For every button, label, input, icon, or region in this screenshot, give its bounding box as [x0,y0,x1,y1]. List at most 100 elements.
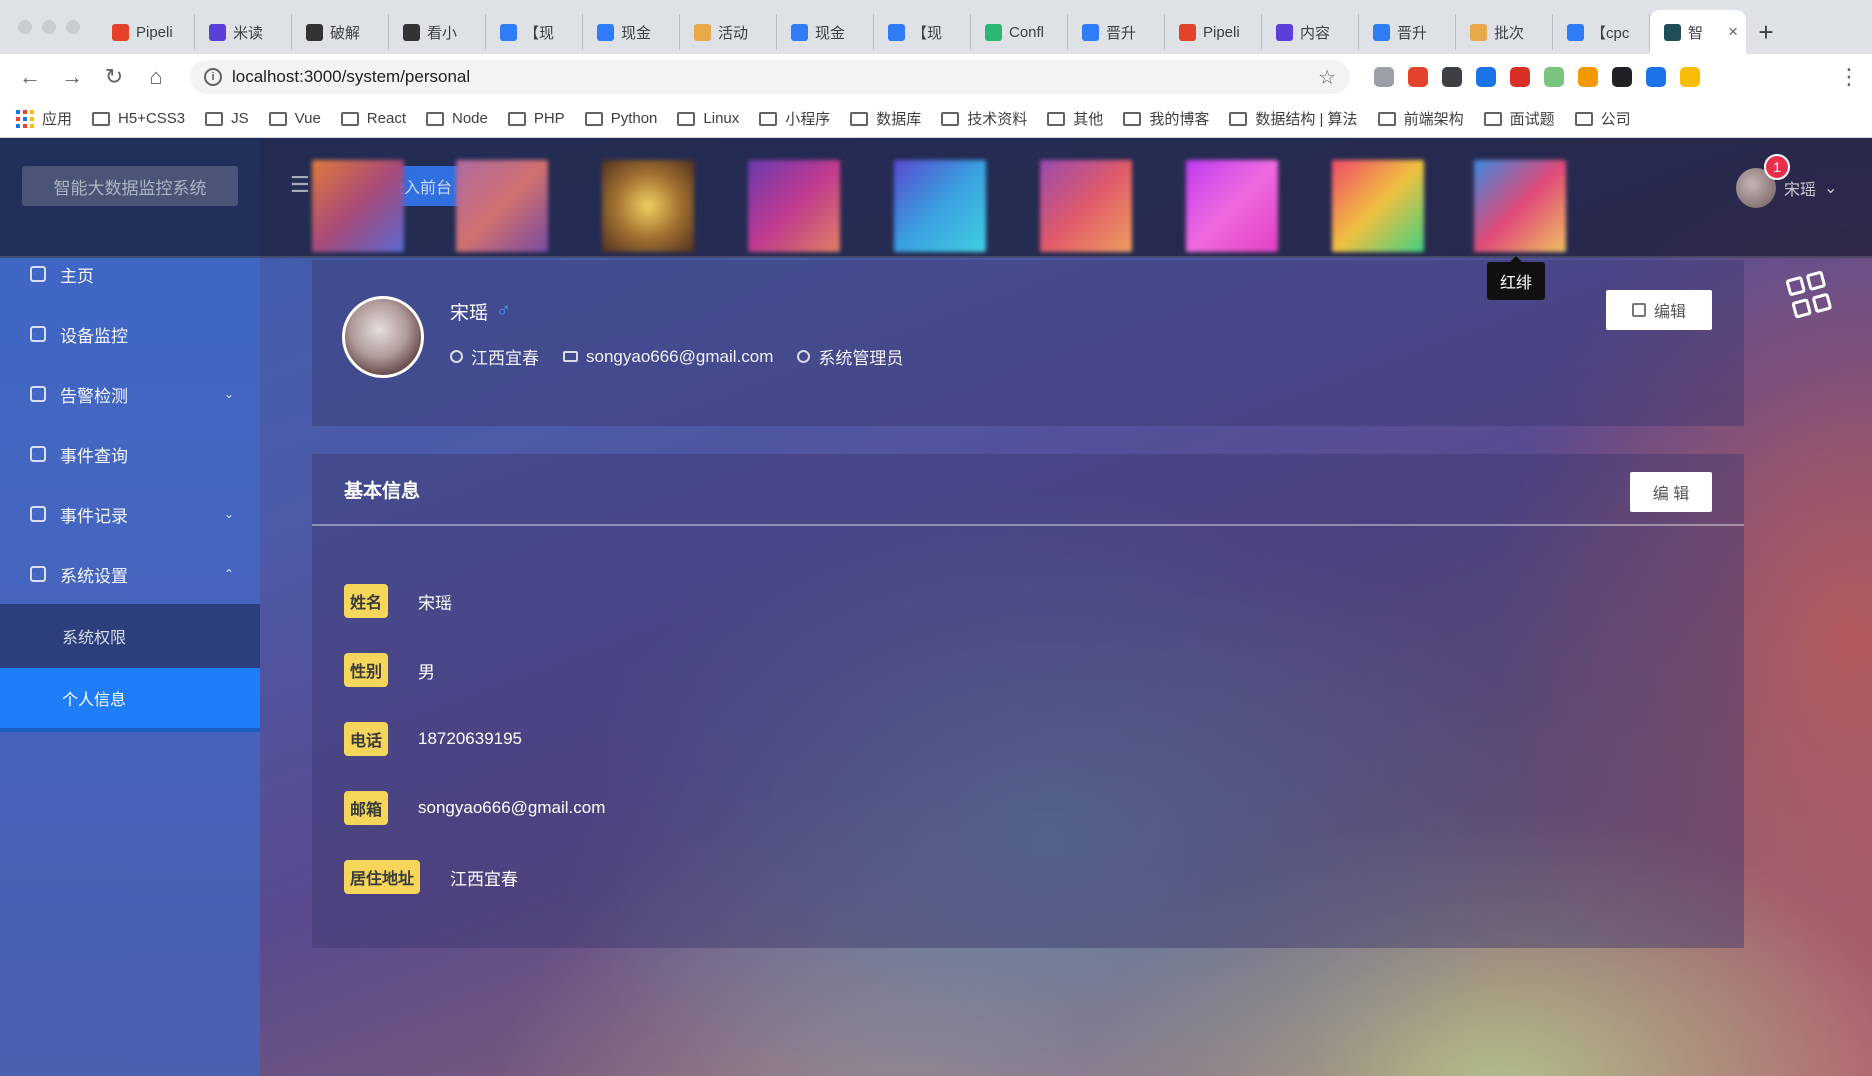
new-tab-button[interactable]: + [1746,14,1786,50]
bookmark-folder[interactable]: 其他 [1047,108,1103,129]
bookmark-folder[interactable]: 前端架构 [1377,108,1464,129]
sidebar-subitem[interactable]: 系统权限 [0,604,260,668]
theme-swatch[interactable] [312,160,404,252]
browser-tab[interactable]: 活动 [680,14,777,50]
window-controls[interactable] [0,20,98,54]
theme-swatch[interactable] [894,160,986,252]
bookmark-apps[interactable]: 应用 [16,108,72,129]
bookmark-folder[interactable]: 面试题 [1483,108,1555,129]
browser-tab-strip: Pipeli 米读 破解 看小 【现 现金 活动 现金 【现 Confl 晋升 Pipeli 内容 晋升 批… [0,0,1872,54]
url-text[interactable]: localhost:3000/system/personal [232,67,470,87]
address-bar[interactable]: i localhost:3000/system/personal ☆ [190,60,1350,94]
tab-favicon-icon [597,23,614,41]
info-value: 宋瑶 [418,593,453,613]
menu-collapse-icon[interactable]: ☰ [290,172,310,198]
browser-tab[interactable]: 【cpc [1553,14,1650,50]
extension-icon[interactable] [1544,67,1564,87]
profile-edit-button[interactable]: 编辑 [1606,290,1712,330]
theme-swatch[interactable] [1040,160,1132,252]
bookmark-folder[interactable]: 数据库 [850,108,921,129]
extension-icon[interactable] [1408,67,1428,87]
extension-icon[interactable] [1510,67,1530,87]
browser-tab[interactable]: 米读 [195,14,292,50]
basic-info-edit-button[interactable]: 编 辑 [1630,472,1712,512]
bookmark-folder[interactable]: JS [205,110,249,127]
sidebar-item[interactable]: 事件查询 [0,424,260,484]
browser-menu-icon[interactable]: ⋮ [1838,64,1860,90]
bookmark-folder[interactable]: 小程序 [759,108,830,129]
extension-icon[interactable] [1612,67,1632,87]
bookmark-folder[interactable]: 技术资料 [941,108,1027,129]
header-bar: 智能大数据监控系统 进入前台 ☰ 宋瑶 ⌄ 1 [0,138,1872,258]
extension-icon[interactable] [1646,67,1666,87]
info-value: 男 [418,662,436,682]
bookmark-folder[interactable]: 我的博客 [1123,108,1209,129]
forward-button[interactable]: → [54,59,90,95]
bookmark-label: 我的博客 [1149,111,1210,128]
sidebar-item[interactable]: 系统设置 ⌃ [0,544,260,604]
tab-title: Pipeli [136,23,173,41]
close-tab-icon[interactable]: × [1728,22,1738,42]
notification-badge: 1 [1764,154,1790,180]
bookmark-label: 应用 [42,111,73,128]
header-username[interactable]: 宋瑶 [1784,176,1816,200]
browser-tab[interactable]: 【现 [486,14,583,50]
theme-grid-icon[interactable] [1785,269,1836,320]
sidebar-subitem-active[interactable]: 个人信息 [0,668,260,732]
browser-tab[interactable]: Pipeli [98,14,195,50]
bookmark-folder[interactable]: Node [425,110,488,127]
bookmark-folder[interactable]: PHP [507,110,565,127]
extension-icon[interactable] [1374,67,1394,87]
browser-tab[interactable]: 现金 [583,14,680,50]
browser-tab[interactable]: 看小 [389,14,486,50]
bookmark-star-icon[interactable]: ☆ [1318,65,1336,90]
theme-swatch[interactable] [602,160,694,252]
extension-icon[interactable] [1578,67,1598,87]
sidebar-item[interactable]: 设备监控 [0,304,260,364]
bookmark-folder[interactable]: 数据结构 | 算法 [1229,108,1358,129]
browser-tab[interactable]: 现金 [777,14,874,50]
chevron-down-icon[interactable]: ⌄ [1824,178,1837,198]
bookmark-folder[interactable]: Vue [268,110,321,127]
tab-favicon-icon [1470,23,1487,41]
home-button[interactable]: ⌂ [138,59,174,95]
folder-icon [340,111,359,126]
browser-tab[interactable]: 【现 [874,14,971,50]
site-info-icon[interactable]: i [204,68,222,86]
theme-swatch[interactable] [748,160,840,252]
extension-icon[interactable] [1680,67,1700,87]
theme-swatch[interactable] [1474,160,1566,252]
bookmark-folder[interactable]: Python [584,110,657,127]
tab-title: Confl [1009,23,1045,41]
bookmark-folder[interactable]: H5+CSS3 [92,110,185,127]
browser-tab[interactable]: 晋升 [1068,14,1165,50]
bookmark-label: 公司 [1600,111,1631,128]
bookmark-folder[interactable]: Linux [677,110,739,127]
tab-favicon-icon [1664,23,1681,41]
back-button[interactable]: ← [12,59,48,95]
theme-swatch[interactable] [1186,160,1278,252]
extension-icon[interactable] [1476,67,1496,87]
profile-role: 系统管理员 [797,344,903,369]
browser-tab[interactable]: 内容 [1262,14,1359,50]
sidebar-item[interactable]: 告警检测 ⌄ [0,364,260,424]
nav-icon [30,506,46,522]
theme-swatch[interactable] [456,160,548,252]
browser-tab[interactable]: Pipeli [1165,14,1262,50]
theme-swatch[interactable] [1332,160,1424,252]
tab-title: 晋升 [1397,24,1428,42]
tab-active[interactable]: 智 × [1650,10,1746,54]
browser-tab[interactable]: 晋升 [1359,14,1456,50]
reload-button[interactable]: ↻ [96,59,132,95]
browser-tab[interactable]: 破解 [292,14,389,50]
male-icon: ♂ [496,300,512,322]
extension-icon[interactable] [1442,67,1462,87]
bookmark-folder[interactable]: React [340,110,406,127]
bookmark-folder[interactable]: 公司 [1574,108,1631,129]
tab-title: 【现 [524,24,555,42]
app-logo[interactable]: 智能大数据监控系统 [22,166,238,206]
info-row: 电话 18720639195 [344,722,522,756]
browser-tab[interactable]: Confl [971,14,1068,50]
sidebar-item[interactable]: 事件记录 ⌄ [0,484,260,544]
browser-tab[interactable]: 批次 [1456,14,1553,50]
